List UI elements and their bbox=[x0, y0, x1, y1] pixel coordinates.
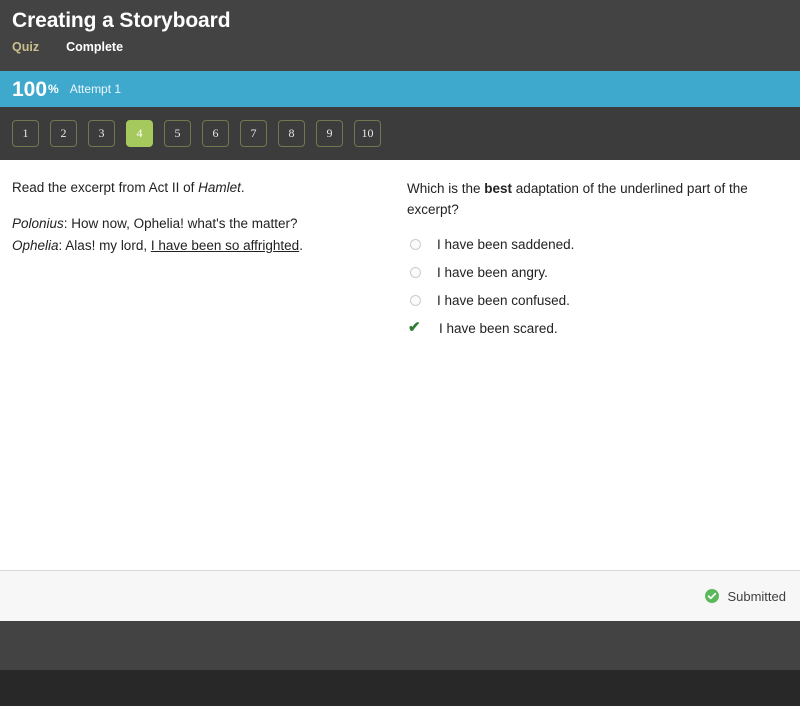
question-nav-button-7[interactable]: 7 bbox=[240, 120, 267, 147]
question-nav-button-3[interactable]: 3 bbox=[88, 120, 115, 147]
submitted-status: Submitted bbox=[705, 589, 786, 604]
question-nav-button-1[interactable]: 1 bbox=[12, 120, 39, 147]
question-number-nav: 1 2 3 4 5 6 7 8 9 10 bbox=[0, 107, 800, 160]
passage-line-2: Ophelia: Alas! my lord, I have been so a… bbox=[12, 235, 391, 257]
answer-option[interactable]: I have been saddened. bbox=[407, 236, 788, 254]
question-nav-button-2[interactable]: 2 bbox=[50, 120, 77, 147]
answer-option-label: I have been angry. bbox=[437, 265, 548, 280]
score-value: 100 bbox=[12, 77, 48, 101]
passage-column: Read the excerpt from Act II of Hamlet. … bbox=[12, 178, 407, 570]
question-prompt-prefix: Which is the bbox=[407, 181, 485, 196]
answer-option[interactable]: I have been angry. bbox=[407, 264, 788, 282]
question-content: Read the excerpt from Act II of Hamlet. … bbox=[0, 160, 800, 570]
radio-button-icon bbox=[410, 295, 421, 306]
question-column: Which is the best adaptation of the unde… bbox=[407, 178, 788, 570]
question-nav-button-6[interactable]: 6 bbox=[202, 120, 229, 147]
score-bar: 100 % Attempt 1 bbox=[0, 71, 800, 107]
header-meta: Quiz Complete bbox=[12, 40, 788, 54]
question-nav-button-5[interactable]: 5 bbox=[164, 120, 191, 147]
question-footer: Submitted bbox=[0, 570, 800, 621]
check-circle-icon bbox=[705, 589, 720, 603]
score-percent-symbol: % bbox=[48, 82, 59, 96]
passage-line-1: Polonius: How now, Ophelia! what's the m… bbox=[12, 213, 391, 235]
question-prompt: Which is the best adaptation of the unde… bbox=[407, 178, 788, 220]
speaker-name-polonius: Polonius bbox=[12, 216, 64, 231]
question-prompt-emphasis: best bbox=[484, 181, 513, 196]
question-nav-button-9[interactable]: 9 bbox=[316, 120, 343, 147]
radio-button-icon bbox=[410, 239, 421, 250]
passage-work-title: Hamlet bbox=[198, 180, 241, 195]
bottom-edge-bar bbox=[0, 670, 800, 706]
question-nav-button-4[interactable]: 4 bbox=[126, 120, 153, 147]
quiz-status-label: Complete bbox=[66, 40, 124, 54]
passage-instruction-prefix: Read the excerpt from Act II of bbox=[12, 180, 199, 195]
passage-line-2-text-after: . bbox=[299, 238, 303, 253]
answer-option-label: I have been scared. bbox=[439, 321, 558, 336]
radio-button-icon bbox=[410, 267, 421, 278]
attempt-label: Attempt 1 bbox=[69, 82, 122, 96]
answer-options-list: I have been saddened. I have been angry. I… bbox=[407, 236, 788, 338]
bottom-toolbar bbox=[0, 621, 800, 670]
passage-instruction: Read the excerpt from Act II of Hamlet. bbox=[12, 178, 391, 197]
quiz-header: Creating a Storyboard Quiz Complete bbox=[0, 0, 800, 71]
passage-line-1-text: : How now, Ophelia! what's the matter? bbox=[63, 216, 298, 231]
page-title: Creating a Storyboard bbox=[12, 9, 231, 32]
underlined-excerpt: I have been so affrighted bbox=[150, 238, 300, 253]
correct-answer-check-icon: ✔ bbox=[408, 319, 421, 336]
answer-option[interactable]: ✔ I have been scared. bbox=[407, 320, 788, 338]
answer-option[interactable]: I have been confused. bbox=[407, 292, 788, 310]
question-nav-button-10[interactable]: 10 bbox=[354, 120, 381, 147]
quiz-type-label: Quiz bbox=[12, 40, 40, 54]
answer-option-label: I have been saddened. bbox=[437, 237, 575, 252]
passage-instruction-suffix: . bbox=[240, 180, 245, 195]
passage-line-2-text-before: : Alas! my lord, bbox=[58, 238, 151, 253]
answer-option-label: I have been confused. bbox=[437, 293, 570, 308]
speaker-name-ophelia: Ophelia bbox=[12, 238, 59, 253]
submitted-label: Submitted bbox=[727, 588, 786, 604]
question-nav-button-8[interactable]: 8 bbox=[278, 120, 305, 147]
